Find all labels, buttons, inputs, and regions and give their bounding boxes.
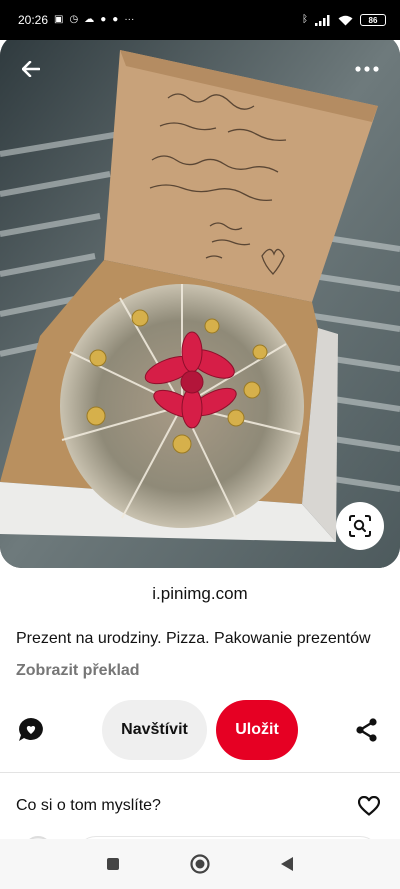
recents-square-icon <box>107 858 120 870</box>
system-back-button[interactable] <box>272 849 302 879</box>
home-circle-icon <box>190 854 210 874</box>
share-button[interactable] <box>352 715 382 745</box>
system-nav-bar <box>0 839 400 889</box>
app-icon: ● <box>112 14 119 25</box>
home-button[interactable] <box>185 849 215 879</box>
more-notifications-icon: ··· <box>124 14 135 25</box>
translate-link[interactable]: Zobrazit překlad <box>16 662 140 680</box>
back-triangle-icon <box>280 857 293 871</box>
visit-button[interactable]: Navštívit <box>102 700 207 760</box>
share-icon <box>356 718 377 742</box>
pin-photo <box>0 34 400 568</box>
bluetooth-icon: ᛒ <box>302 14 308 25</box>
visual-search-button[interactable] <box>336 502 384 550</box>
image-icon: ▣ <box>54 14 64 25</box>
more-options-button[interactable] <box>350 54 384 84</box>
action-bar: Navštívit Uložit <box>0 700 400 760</box>
signal-icon <box>315 14 330 26</box>
status-left: 20:26 ▣ ◷ ☁ ● ● ··· <box>18 13 134 27</box>
battery-level: 86 <box>368 15 378 25</box>
weather-icon: ☁ <box>84 14 95 25</box>
status-right: ᛒ 86 <box>302 14 386 26</box>
back-button[interactable] <box>16 54 46 84</box>
pin-image[interactable] <box>0 34 400 568</box>
comment-bubble-icon <box>19 718 43 741</box>
save-button[interactable]: Uložit <box>216 700 298 760</box>
more-dots-icon <box>355 66 379 72</box>
alarm-icon: ◷ <box>69 14 79 25</box>
recents-button[interactable] <box>98 849 128 879</box>
pin-title: Prezent na urodziny. Pizza. Pakowanie pr… <box>16 630 371 647</box>
status-bar: 20:26 ▣ ◷ ☁ ● ● ··· ᛒ 86 <box>0 0 400 40</box>
visual-search-icon <box>349 515 371 537</box>
app-icon: ● <box>100 14 107 25</box>
status-time: 20:26 <box>18 13 49 27</box>
like-button[interactable] <box>356 794 382 818</box>
wifi-icon <box>338 15 353 25</box>
comment-button[interactable] <box>16 715 46 745</box>
divider <box>0 772 400 773</box>
back-arrow-icon <box>22 61 40 77</box>
battery-icon: 86 <box>360 14 386 26</box>
heart-icon <box>358 796 380 816</box>
comments-heading: Co si o tom myslíte? <box>16 797 161 814</box>
pin-source-link[interactable]: i.pinimg.com <box>0 584 400 604</box>
